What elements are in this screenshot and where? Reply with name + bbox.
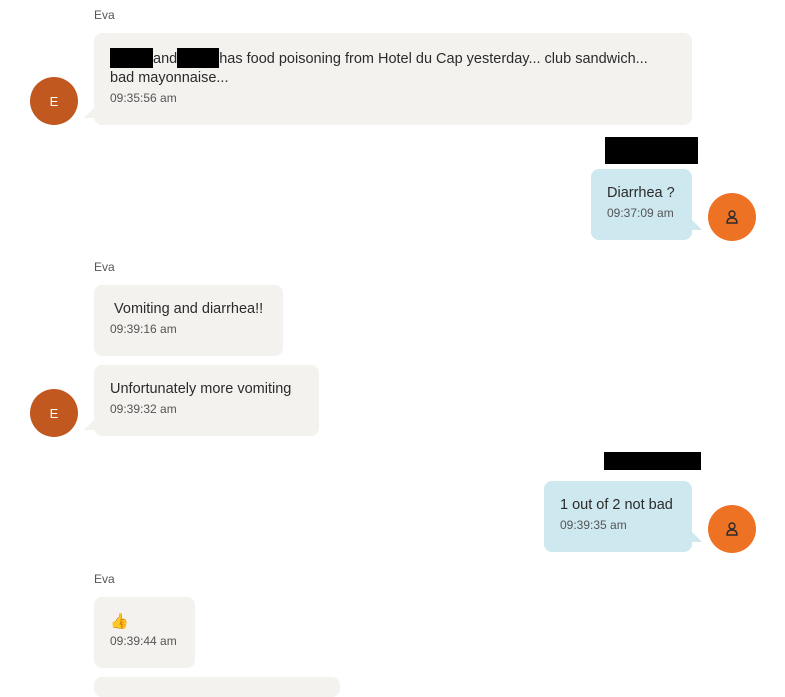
- message-text: Vomiting and diarrhea!!: [110, 301, 264, 317]
- redacted-name: [110, 48, 153, 68]
- message-text-part: has food poisoning from Hotel du Cap yes…: [219, 51, 648, 67]
- bubble-tail: [84, 420, 94, 430]
- contact-avatar[interactable]: E: [30, 389, 78, 437]
- redacted-sender-name: [604, 452, 701, 470]
- message-timestamp: 09:39:32 am: [110, 402, 177, 416]
- user-avatar[interactable]: [708, 193, 756, 241]
- message-text: Diarrhea ?: [607, 185, 675, 201]
- message-timestamp: 09:35:56 am: [110, 91, 177, 105]
- redacted-name: [177, 48, 220, 68]
- bubble-tail: [84, 108, 94, 118]
- person-icon: [726, 522, 738, 536]
- user-avatar[interactable]: [708, 505, 756, 553]
- message-bubble[interactable]: Diarrhea ? 09:37:09 am: [591, 169, 692, 240]
- message-text: 1 out of 2 not bad: [560, 497, 673, 513]
- message-timestamp: 09:39:44 am: [110, 634, 177, 648]
- message-bubble[interactable]: and has food poisoning from Hotel du Cap …: [94, 33, 692, 125]
- message-text: Unfortunately more vomiting: [110, 381, 292, 397]
- message-bubble[interactable]: [94, 677, 340, 697]
- message-text: and has food poisoning from Hotel du Cap …: [110, 48, 676, 88]
- message-bubble[interactable]: 1 out of 2 not bad 09:39:35 am: [544, 481, 692, 552]
- sender-name: Eva: [94, 572, 115, 586]
- message-timestamp: 09:39:16 am: [110, 322, 177, 336]
- avatar-initial: E: [49, 93, 59, 109]
- message-text-part: bad mayonnaise...: [110, 70, 229, 86]
- avatar-initial: E: [49, 405, 59, 421]
- message-timestamp: 09:39:35 am: [560, 518, 627, 532]
- bubble-tail: [692, 220, 702, 230]
- message-bubble[interactable]: Vomiting and diarrhea!! 09:39:16 am: [94, 285, 283, 356]
- bubble-tail: [692, 532, 702, 542]
- sender-name: Eva: [94, 8, 115, 22]
- redacted-sender-name: [605, 137, 698, 164]
- person-icon: [726, 210, 738, 224]
- contact-avatar[interactable]: E: [30, 77, 78, 125]
- message-timestamp: 09:37:09 am: [607, 206, 674, 220]
- message-text-part: and: [153, 51, 178, 67]
- sender-name: Eva: [94, 260, 115, 274]
- message-bubble[interactable]: 👍 09:39:44 am: [94, 597, 195, 668]
- message-bubble[interactable]: Unfortunately more vomiting 09:39:32 am: [94, 365, 319, 436]
- thumbs-up-icon: 👍: [110, 613, 129, 630]
